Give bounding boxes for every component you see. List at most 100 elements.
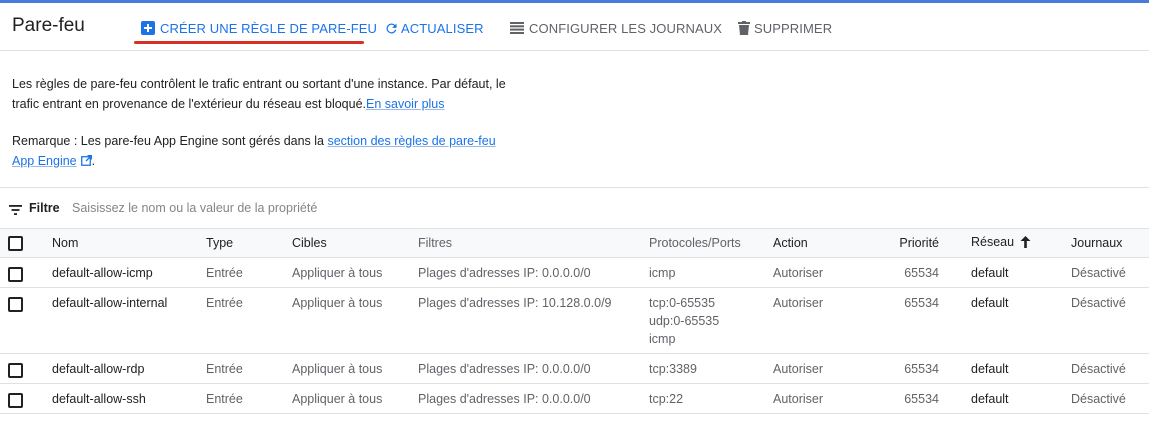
note-prefix: Remarque : Les pare-feu App Engine sont …: [12, 134, 328, 148]
rule-protocols-cell: tcp:22: [649, 383, 773, 414]
rule-targets-cell: Appliquer à tous: [292, 383, 418, 414]
firewall-rules-table: Nom Type Cibles Filtres Protocoles/Ports…: [0, 228, 1149, 414]
row-select-cell: [0, 287, 52, 354]
note-line-2: App Engine.: [12, 151, 496, 172]
refresh-button[interactable]: ACTUALISER: [384, 18, 484, 38]
logs-list-icon: [510, 22, 524, 34]
rule-filters-cell: Plages d'adresses IP: 0.0.0.0/0: [418, 383, 649, 414]
toolbar: Pare-feu CRÉER UNE RÈGLE DE PARE-FEU ACT…: [0, 3, 1149, 51]
table-row[interactable]: default-allow-rdp Entrée Appliquer à tous P…: [0, 353, 1149, 384]
rule-type-cell: Entrée: [206, 257, 292, 288]
rule-targets-cell: Appliquer à tous: [292, 353, 418, 384]
filter-icon: [9, 202, 22, 220]
create-firewall-rule-button[interactable]: CRÉER UNE RÈGLE DE PARE-FEU: [141, 18, 377, 38]
external-link-icon[interactable]: [80, 152, 92, 172]
rule-network-cell: default: [971, 257, 1071, 288]
delete-button[interactable]: SUPPRIMER: [738, 18, 832, 38]
create-firewall-rule-label: CRÉER UNE RÈGLE DE PARE-FEU: [160, 20, 377, 36]
refresh-icon: [384, 21, 399, 36]
rule-targets-cell: Appliquer à tous: [292, 257, 418, 288]
rule-action-cell: Autoriser: [773, 257, 873, 288]
refresh-label: ACTUALISER: [401, 20, 484, 36]
rule-filters-cell: Plages d'adresses IP: 0.0.0.0/0: [418, 257, 649, 288]
learn-more-link[interactable]: En savoir plus: [366, 97, 445, 111]
rule-filters-cell: Plages d'adresses IP: 10.128.0.0/9: [418, 287, 649, 354]
app-engine-note: Remarque : Les pare-feu App Engine sont …: [12, 131, 496, 172]
rule-filters-cell: Plages d'adresses IP: 0.0.0.0/0: [418, 353, 649, 384]
column-header-network-cell[interactable]: Réseau: [971, 228, 1071, 258]
protocol-port-entry: tcp:3389: [649, 362, 697, 376]
row-checkbox[interactable]: [8, 392, 23, 408]
protocol-port-entry: icmp: [649, 332, 676, 346]
active-tab-indicator: [134, 41, 364, 44]
rule-action-cell: Autoriser: [773, 383, 873, 414]
rule-type-cell: Entrée: [206, 353, 292, 384]
row-checkbox[interactable]: [8, 362, 23, 378]
intro-description: Les règles de pare-feu contrôlent le tra…: [12, 74, 506, 114]
protocol-port-entry: tcp:0-65535: [649, 296, 716, 310]
column-header-priority[interactable]: Priorité: [873, 228, 971, 258]
protocol-port-entry: tcp:22: [649, 392, 684, 406]
filter-bar: Filtre: [0, 190, 1149, 226]
column-header-name[interactable]: Nom: [52, 228, 206, 258]
rule-priority-cell: 65534: [873, 257, 971, 288]
select-all-cell: [0, 228, 52, 258]
column-header-logs[interactable]: Journaux: [1071, 228, 1149, 258]
rule-protocols-cell: icmp: [649, 257, 773, 288]
row-checkbox[interactable]: [8, 296, 23, 312]
protocol-port-entry: udp:0-65535: [649, 314, 720, 328]
column-header-type[interactable]: Type: [206, 228, 292, 258]
rule-action-cell: Autoriser: [773, 287, 873, 354]
row-select-cell: [0, 257, 52, 288]
configure-logs-button[interactable]: CONFIGURER LES JOURNAUX: [510, 18, 722, 38]
column-header-action[interactable]: Action: [773, 228, 873, 258]
rule-logs-cell: Désactivé: [1071, 383, 1149, 414]
rule-type-cell: Entrée: [206, 287, 292, 354]
rule-network-cell: default: [971, 287, 1071, 354]
column-header-targets[interactable]: Cibles: [292, 228, 418, 258]
rule-protocols-cell: tcp:3389: [649, 353, 773, 384]
rule-logs-cell: Désactivé: [1071, 353, 1149, 384]
delete-label: SUPPRIMER: [754, 20, 833, 36]
rule-protocols-cell: tcp:0-65535 udp:0-65535 icmp: [649, 287, 773, 354]
trash-icon: [738, 21, 750, 35]
plus-box-icon: [141, 21, 155, 35]
intro-line-1: Les règles de pare-feu contrôlent le tra…: [12, 77, 506, 91]
select-all-checkbox[interactable]: [8, 235, 23, 251]
table-row[interactable]: default-allow-internal Entrée Appliquer à …: [0, 287, 1149, 354]
column-header-network: Réseau: [971, 235, 1015, 250]
note-suffix: .: [91, 154, 96, 168]
configure-logs-label: CONFIGURER LES JOURNAUX: [529, 20, 722, 36]
app-engine-rules-link-continued[interactable]: App Engine: [12, 154, 77, 168]
page-title: Pare-feu: [12, 15, 85, 36]
rule-action-cell: Autoriser: [773, 353, 873, 384]
rule-name-cell: default-allow-internal: [52, 287, 206, 354]
rule-priority-cell: 65534: [873, 383, 971, 414]
rule-network-cell: default: [971, 353, 1071, 384]
protocol-port-entry: icmp: [649, 266, 676, 280]
column-header-protocols[interactable]: Protocoles/Ports: [649, 228, 773, 258]
rule-name-cell: default-allow-ssh: [52, 383, 206, 414]
column-header-filters[interactable]: Filtres: [418, 228, 649, 258]
table-row[interactable]: default-allow-icmp Entrée Appliquer à tous…: [0, 257, 1149, 288]
note-line-1: Remarque : Les pare-feu App Engine sont …: [12, 131, 496, 151]
rule-name-cell: default-allow-rdp: [52, 353, 206, 384]
rule-priority-cell: 65534: [873, 353, 971, 384]
row-checkbox[interactable]: [8, 266, 23, 282]
rule-name-cell: default-allow-icmp: [52, 257, 206, 288]
arrow-up-icon[interactable]: [1020, 235, 1031, 251]
filter-input[interactable]: [72, 198, 572, 218]
rule-priority-cell: 65534: [873, 287, 971, 354]
rule-network-cell: default: [971, 383, 1071, 414]
section-divider: [0, 187, 1149, 188]
rule-logs-cell: Désactivé: [1071, 257, 1149, 288]
intro-line-2-text: trafic entrant en provenance de l'extéri…: [12, 97, 366, 111]
row-select-cell: [0, 383, 52, 414]
app-engine-rules-link[interactable]: section des règles de pare-feu: [327, 134, 495, 148]
row-select-cell: [0, 353, 52, 384]
table-row[interactable]: default-allow-ssh Entrée Appliquer à tous P…: [0, 383, 1149, 414]
rule-type-cell: Entrée: [206, 383, 292, 414]
intro-line-2: trafic entrant en provenance de l'extéri…: [12, 94, 506, 114]
rule-targets-cell: Appliquer à tous: [292, 287, 418, 354]
table-header-row: Nom Type Cibles Filtres Protocoles/Ports…: [0, 228, 1149, 258]
